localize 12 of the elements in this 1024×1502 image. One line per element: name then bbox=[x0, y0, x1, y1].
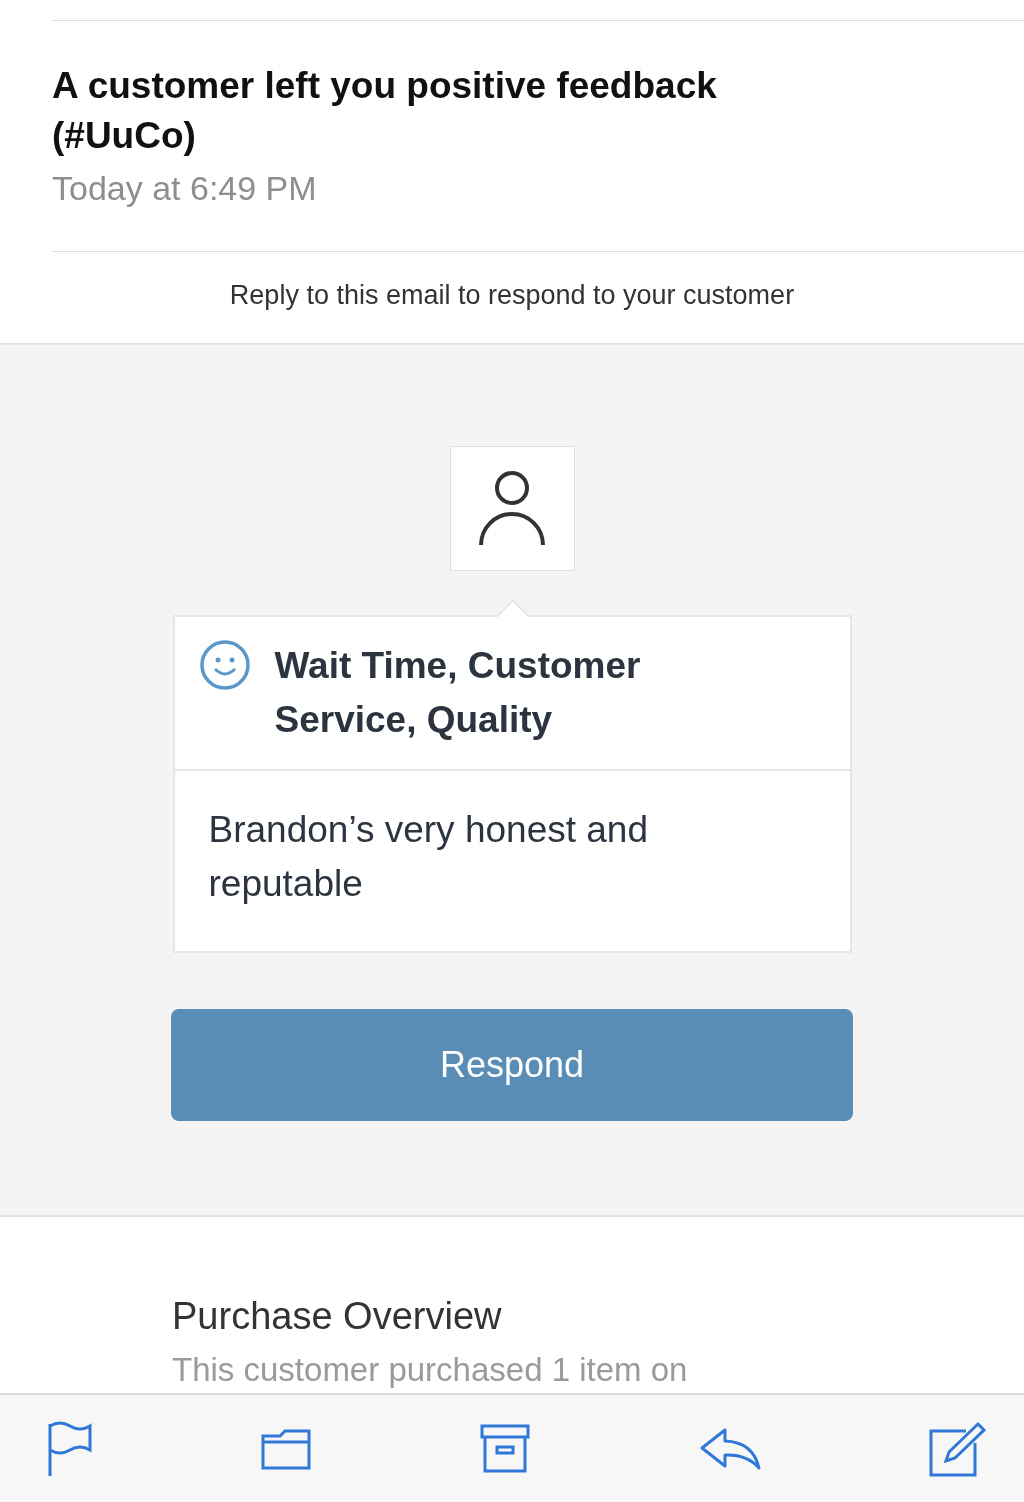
purchase-summary: This customer purchased 1 item on bbox=[172, 1350, 689, 1390]
section-heading: Purchase Overview bbox=[172, 1294, 503, 1339]
reply-instruction: Reply to this email to respond to your customer bbox=[228, 279, 796, 312]
archive-box-icon[interactable] bbox=[479, 1423, 531, 1474]
email-date: Today at 6:49 PM bbox=[52, 168, 318, 209]
feedback-topics: Wait Time, Customer Service, Quality bbox=[274, 644, 642, 742]
respond-button[interactable]: Respond bbox=[171, 1009, 853, 1121]
feedback-comment: Brandon’s very honest and reputable bbox=[208, 808, 649, 906]
email-subject: A customer left you positive feedback (#UuCo) bbox=[52, 64, 718, 158]
compose-icon[interactable] bbox=[928, 1420, 986, 1477]
smiley-icon bbox=[198, 639, 251, 691]
flag-icon[interactable] bbox=[46, 1419, 92, 1478]
